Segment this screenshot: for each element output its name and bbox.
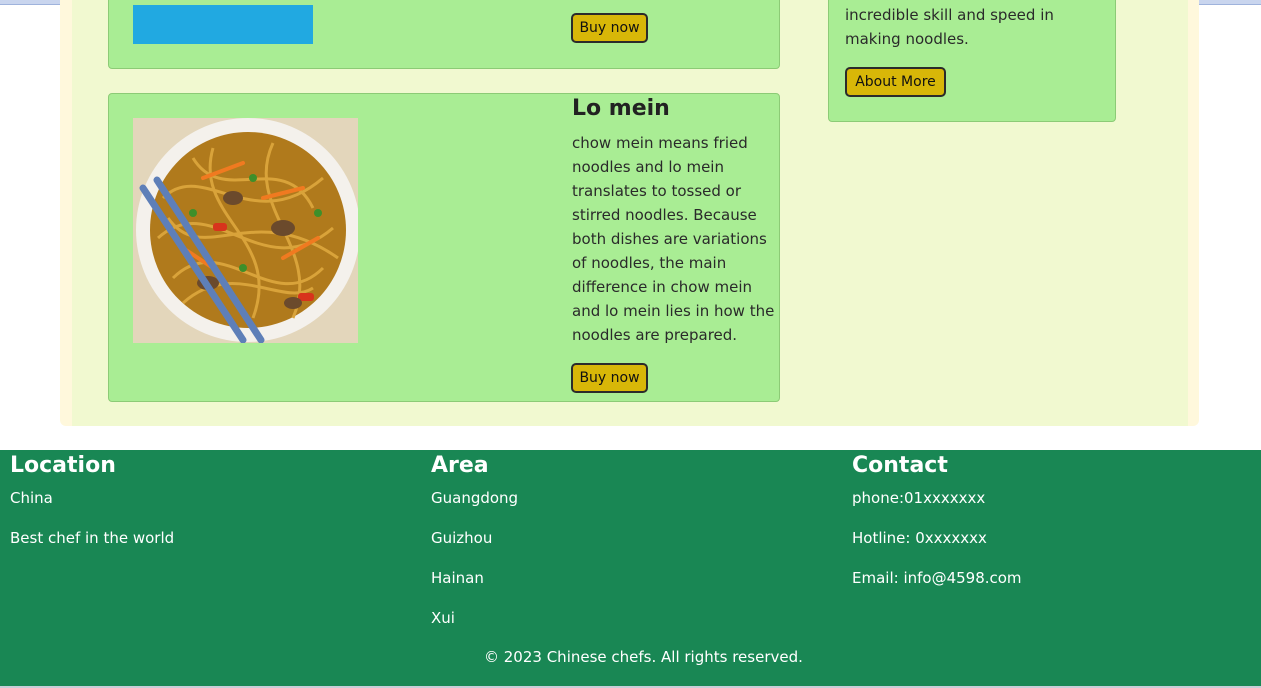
footer-email: Email: info@4598.com (852, 569, 1022, 587)
footer-phone: phone:01xxxxxxx (852, 489, 986, 507)
footer-area-item: Xui (431, 609, 455, 627)
footer-area-heading: Area (431, 453, 489, 478)
footer-hotline: Hotline: 0xxxxxxx (852, 529, 987, 547)
product-image (133, 5, 313, 44)
footer-area-item: Guangdong (431, 489, 519, 507)
footer-contact-heading: Contact (852, 453, 948, 478)
product-description: chow mein means fried noodles and lo mei… (572, 134, 775, 344)
footer-area-item: Hainan (431, 569, 484, 587)
footer-area-item: Guizhou (431, 529, 493, 547)
footer-location-item: Best chef in the world (10, 529, 175, 547)
site-footer: Location China Best chef in the world Ar… (0, 450, 1261, 686)
lo-mein-image (133, 118, 358, 343)
product-title: Lo mein (572, 96, 670, 121)
buy-now-button[interactable]: Buy now (571, 13, 648, 43)
footer-location-item: China (10, 489, 53, 507)
about-more-button[interactable]: About More (845, 67, 946, 97)
buy-now-button[interactable]: Buy now (571, 363, 648, 393)
footer-location-heading: Location (10, 453, 116, 478)
copyright-text: © 2023 Chinese chefs. All rights reserve… (484, 648, 803, 666)
about-text: incredible skill and speed in making noo… (845, 6, 1054, 48)
